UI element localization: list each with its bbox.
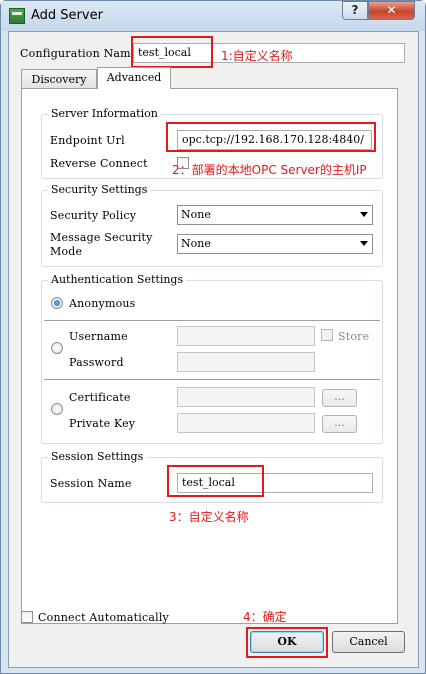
tab-discovery[interactable]: Discovery [21,69,97,89]
app-icon [9,8,25,24]
certificate-label: Certificate [69,391,131,404]
username-field[interactable] [177,326,315,346]
title-bar: Add Server ? ✕ [1,1,425,31]
chevron-down-icon [360,241,368,246]
annotation-box-2 [166,122,376,152]
session-name-label: Session Name [50,477,132,490]
message-security-mode-value: None [181,237,211,250]
certificate-field[interactable] [177,387,315,407]
help-button[interactable]: ? [342,1,368,20]
window-title: Add Server [31,8,103,23]
session-settings-title: Session Settings [48,450,147,463]
security-settings-title: Security Settings [48,183,151,196]
authentication-settings-group: Authentication Settings Anonymous Userna… [41,273,383,444]
divider [44,379,380,381]
anonymous-label: Anonymous [69,297,136,310]
annotation-note-1: 1:自定义名称 [221,49,293,63]
browse-certificate-button[interactable]: ... [322,389,357,407]
security-policy-select[interactable]: None [177,205,373,225]
divider [44,320,380,322]
annotation-box-1 [131,36,213,68]
add-server-window: Add Server ? ✕ Configuration Name test_l… [0,0,426,674]
dialog-client: Configuration Name test_local 1:自定义名称 Di… [8,31,419,668]
annotation-note-4: 4：确定 [243,610,287,624]
reverse-connect-label: Reverse Connect [50,157,148,170]
anonymous-radio[interactable] [51,297,63,309]
certificate-radio[interactable] [51,403,63,415]
message-security-mode-label: Message Security [50,231,153,244]
store-checkbox[interactable] [321,329,333,341]
annotation-note-2: 2：部署的本地OPC Server的主机IP [172,163,367,177]
annotation-note-3: 3：自定义名称 [169,510,249,524]
password-field[interactable] [177,352,315,372]
private-key-field[interactable] [177,413,315,433]
security-settings-group: Security Settings Security Policy None M… [41,183,383,267]
message-security-mode-label-2: Mode [50,245,83,258]
browse-private-key-button[interactable]: ... [322,415,357,433]
server-info-title: Server Information [48,107,161,120]
authentication-settings-title: Authentication Settings [48,273,187,286]
connect-automatically-label: Connect Automatically [38,611,169,624]
store-label: Store [338,330,370,343]
security-policy-label: Security Policy [50,209,137,222]
connect-automatically-checkbox[interactable] [21,611,33,623]
message-security-mode-select[interactable]: None [177,234,373,254]
annotation-box-3 [167,465,264,497]
cancel-button[interactable]: Cancel [332,631,405,653]
config-name-label: Configuration Name [20,47,138,60]
annotation-box-4 [246,627,328,658]
close-button[interactable]: ✕ [368,1,415,20]
tab-advanced[interactable]: Advanced [97,67,171,89]
password-label: Password [69,356,124,369]
username-label: Username [69,330,128,343]
endpoint-url-label: Endpoint Url [50,134,125,147]
security-policy-value: None [181,208,211,221]
chevron-down-icon [360,212,368,217]
username-password-radio[interactable] [51,342,63,354]
private-key-label: Private Key [69,417,136,430]
